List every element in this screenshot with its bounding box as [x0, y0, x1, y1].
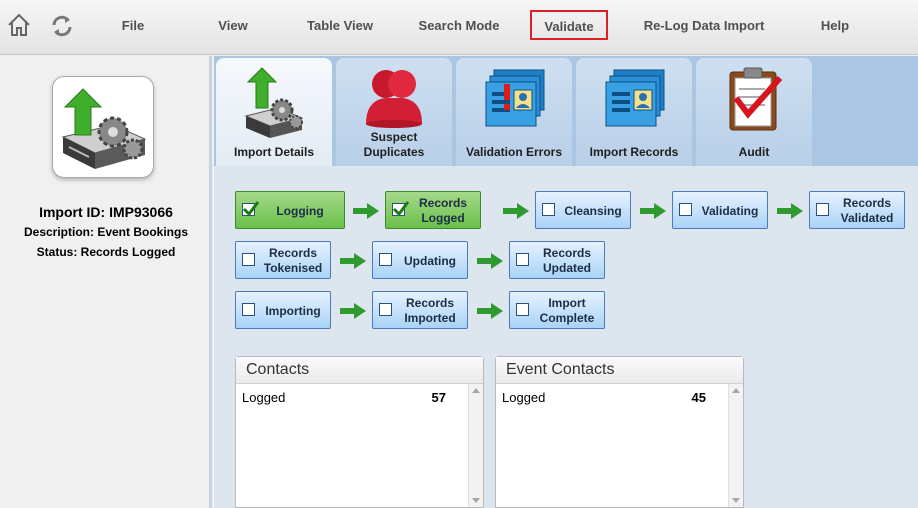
arrow-right-icon	[477, 253, 503, 269]
import-id: Import ID: IMP93066	[39, 204, 173, 220]
panel-row-value: 45	[691, 390, 706, 405]
step-label: Records Imported	[404, 296, 456, 325]
arrow-right-icon	[777, 203, 803, 219]
import-description: Description: Event Bookings	[23, 225, 189, 239]
menu-help[interactable]: Help	[812, 0, 858, 54]
duplicates-icon	[364, 64, 424, 135]
tab-suspect-duplicates[interactable]: Suspect Duplicates	[336, 58, 452, 166]
tab-import-records[interactable]: Import Records	[576, 58, 692, 166]
contacts-panel: Contacts Logged 57	[235, 356, 484, 508]
arrow-right-icon	[503, 203, 529, 219]
step-label: Records Validated	[840, 196, 894, 225]
vertical-scrollbar[interactable]	[468, 384, 483, 507]
import-info-panel: Import ID: IMP93066 Description: Event B…	[0, 56, 212, 508]
step-label: Records Logged	[418, 196, 468, 225]
tab-label: Suspect Duplicates	[363, 130, 425, 159]
scroll-up-icon[interactable]	[732, 388, 740, 393]
step-checkbox[interactable]	[516, 303, 529, 316]
step-checkbox[interactable]	[516, 253, 529, 266]
step-label: Importing	[265, 303, 321, 318]
tab-audit[interactable]: Audit	[696, 58, 812, 166]
home-icon[interactable]	[6, 12, 32, 43]
menu-search-mode[interactable]: Search Mode	[413, 0, 505, 54]
step-logging[interactable]: Logging	[235, 191, 345, 229]
arrow-right-icon	[477, 303, 503, 319]
scroll-down-icon[interactable]	[732, 498, 740, 503]
audit-icon	[724, 64, 784, 137]
tab-label: Import Records	[589, 145, 679, 159]
step-label: Cleansing	[564, 203, 622, 218]
arrow-right-icon	[340, 303, 366, 319]
tab-label: Import Details	[233, 145, 314, 159]
main-content: Import Details Suspect Duplicates Valida…	[214, 56, 918, 508]
step-checkbox[interactable]	[679, 203, 692, 216]
refresh-icon[interactable]	[50, 14, 74, 43]
step-label: Updating	[404, 253, 456, 268]
step-label: Records Updated	[542, 246, 592, 275]
step-import-complete[interactable]: Import Complete	[509, 291, 605, 329]
step-records-imported[interactable]: Records Imported	[372, 291, 468, 329]
arrow-right-icon	[353, 203, 379, 219]
step-importing[interactable]: Importing	[235, 291, 331, 329]
step-records-validated[interactable]: Records Validated	[809, 191, 905, 229]
import-server-icon	[52, 76, 154, 178]
arrow-right-icon	[340, 253, 366, 269]
menu-view[interactable]: View	[205, 0, 261, 54]
step-checkbox[interactable]	[816, 203, 829, 216]
arrow-right-icon	[640, 203, 666, 219]
step-cleansing[interactable]: Cleansing	[535, 191, 631, 229]
step-updating[interactable]: Updating	[372, 241, 468, 279]
panel-row-label: Logged	[502, 390, 546, 405]
step-label: Records Tokenised	[263, 246, 323, 275]
step-records-logged[interactable]: Records Logged	[385, 191, 481, 229]
panel-row-value: 57	[431, 390, 446, 405]
step-checkbox[interactable]	[242, 201, 260, 217]
event-contacts-panel: Event Contacts Logged 45	[495, 356, 744, 508]
vertical-scrollbar[interactable]	[728, 384, 743, 507]
step-validating[interactable]: Validating	[672, 191, 768, 229]
step-label: Validating	[701, 203, 759, 218]
step-checkbox[interactable]	[542, 203, 555, 216]
tab-strip: Import Details Suspect Duplicates Valida…	[214, 56, 918, 166]
step-checkbox[interactable]	[242, 303, 255, 316]
panel-title: Contacts	[236, 357, 483, 384]
panel-title: Event Contacts	[496, 357, 743, 384]
validation-errors-icon	[484, 64, 548, 137]
step-label: Import Complete	[539, 296, 595, 325]
panel-row-label: Logged	[242, 390, 286, 405]
import-details-icon	[244, 64, 304, 145]
import-records-icon	[604, 64, 668, 137]
step-records-tokenised[interactable]: Records Tokenised	[235, 241, 331, 279]
tab-import-details[interactable]: Import Details	[216, 58, 332, 166]
tab-label: Validation Errors	[465, 145, 563, 159]
step-records-updated[interactable]: Records Updated	[509, 241, 605, 279]
step-checkbox[interactable]	[379, 303, 392, 316]
step-checkbox[interactable]	[379, 253, 392, 266]
menu-relog-data-import[interactable]: Re-Log Data Import	[638, 0, 770, 54]
tab-validation-errors[interactable]: Validation Errors	[456, 58, 572, 166]
menu-validate[interactable]: Validate	[530, 10, 608, 40]
tab-label: Audit	[738, 145, 770, 159]
scroll-up-icon[interactable]	[472, 388, 480, 393]
step-checkbox[interactable]	[392, 201, 410, 217]
scroll-down-icon[interactable]	[472, 498, 480, 503]
menu-table-view[interactable]: Table View	[298, 0, 382, 54]
step-label: Logging	[276, 203, 324, 218]
menu-bar: File View Table View Search Mode Validat…	[0, 0, 918, 55]
import-status: Status: Records Logged	[36, 245, 176, 259]
menu-file[interactable]: File	[108, 0, 158, 54]
step-checkbox[interactable]	[242, 253, 255, 266]
